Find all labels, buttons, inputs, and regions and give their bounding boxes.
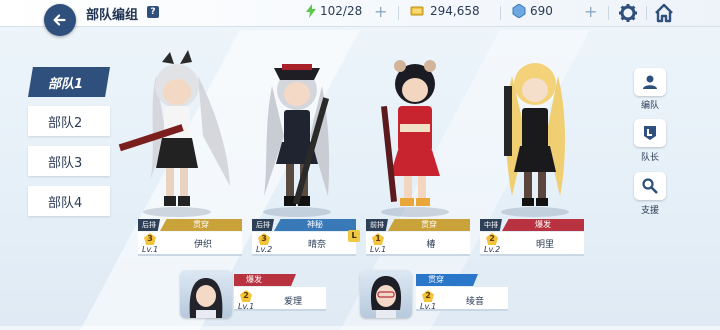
credits-value: 294,658 bbox=[430, 4, 480, 18]
tab-label: 部队1 bbox=[48, 76, 84, 92]
search-support-icon bbox=[642, 178, 658, 194]
formation-label: 编队 bbox=[640, 101, 659, 111]
tab-label: 部队4 bbox=[48, 195, 83, 211]
ap-bolt-icon bbox=[306, 4, 316, 18]
class-tag: 爆发 bbox=[502, 219, 584, 231]
striker-card-1[interactable]: 后排 贯穿 3 Lv.1 伊织 bbox=[138, 219, 248, 257]
special-portrait-ayane[interactable] bbox=[360, 270, 412, 318]
formation-button[interactable] bbox=[634, 68, 666, 96]
student-name: 爱理 bbox=[283, 297, 302, 307]
student-name: 绫音 bbox=[465, 297, 484, 307]
divider bbox=[500, 6, 501, 20]
support-button[interactable] bbox=[634, 172, 666, 200]
support-label: 支援 bbox=[640, 206, 659, 216]
leader-label: 队长 bbox=[640, 153, 659, 163]
class-tag: 贯穿 bbox=[160, 219, 242, 231]
level-text: Lv.1 bbox=[420, 302, 437, 311]
level-text: Lv.2 bbox=[256, 245, 273, 254]
class-tag: 爆发 bbox=[234, 274, 296, 286]
position-tag: 后排 bbox=[138, 219, 160, 231]
ap-value: 102/28 bbox=[320, 4, 363, 18]
level-text: Lv.1 bbox=[370, 245, 387, 254]
question-icon[interactable]: ? bbox=[147, 6, 159, 18]
character-figure-haruna[interactable] bbox=[238, 46, 356, 218]
level-text: Lv.1 bbox=[238, 302, 255, 311]
position-tag: 后排 bbox=[252, 219, 274, 231]
student-name: 椿 bbox=[426, 240, 436, 250]
striker-card-2[interactable]: 后排 神秘 3 Lv.2 晴奈 bbox=[252, 219, 362, 257]
class-tag: 贯穿 bbox=[416, 274, 478, 286]
leader-button[interactable] bbox=[634, 119, 666, 147]
formation-icon bbox=[643, 75, 657, 89]
credits-icon bbox=[410, 6, 424, 16]
striker-card-3[interactable]: 前排 贯穿 1 Lv.1 椿 bbox=[366, 219, 476, 257]
striker-card-4[interactable]: 中排 爆发 2 Lv.2 明里 bbox=[480, 219, 590, 257]
tab-squad-4[interactable]: 部队4 bbox=[28, 186, 110, 216]
avatar bbox=[189, 278, 223, 318]
special-card-2[interactable]: 贯穿 2 Lv.1 绫音 bbox=[416, 274, 510, 314]
ap-add-button[interactable]: + bbox=[374, 2, 387, 21]
tab-squad-2[interactable]: 部队2 bbox=[28, 106, 110, 136]
student-name: 晴奈 bbox=[307, 240, 326, 250]
character-figure-akari[interactable] bbox=[476, 46, 594, 218]
class-tag: 贯穿 bbox=[388, 219, 470, 231]
tab-label: 部队3 bbox=[48, 155, 83, 171]
back-button[interactable] bbox=[44, 4, 76, 36]
home-icon[interactable] bbox=[654, 3, 674, 23]
position-tag: 中排 bbox=[480, 219, 502, 231]
tab-squad-1[interactable]: 部队1 bbox=[28, 67, 110, 97]
class-tag: 神秘 bbox=[274, 219, 356, 231]
avatar bbox=[370, 276, 402, 318]
character-figure-tsubaki[interactable] bbox=[356, 46, 474, 218]
student-name: 伊织 bbox=[193, 240, 212, 250]
position-tag: 前排 bbox=[366, 219, 388, 231]
level-text: Lv.2 bbox=[484, 245, 501, 254]
special-card-1[interactable]: 爆发 2 Lv.1 爱理 bbox=[234, 274, 328, 314]
leader-badge-icon: L bbox=[348, 230, 360, 242]
character-figure-iori[interactable] bbox=[118, 46, 236, 218]
special-portrait-airi[interactable] bbox=[180, 270, 232, 318]
gems-add-button[interactable]: + bbox=[584, 2, 597, 21]
divider bbox=[608, 6, 609, 20]
level-text: Lv.1 bbox=[142, 245, 159, 254]
divider bbox=[646, 6, 647, 20]
gem-icon bbox=[512, 4, 526, 18]
page-title: 部队编组 bbox=[86, 8, 139, 23]
student-name: 明里 bbox=[535, 240, 554, 250]
divider bbox=[398, 6, 399, 20]
leader-icon bbox=[644, 126, 656, 140]
gear-icon[interactable] bbox=[618, 3, 638, 23]
tab-squad-3[interactable]: 部队3 bbox=[28, 146, 110, 176]
back-arrow-icon bbox=[53, 14, 66, 26]
gems-value: 690 bbox=[530, 4, 553, 18]
tab-label: 部队2 bbox=[48, 115, 83, 131]
